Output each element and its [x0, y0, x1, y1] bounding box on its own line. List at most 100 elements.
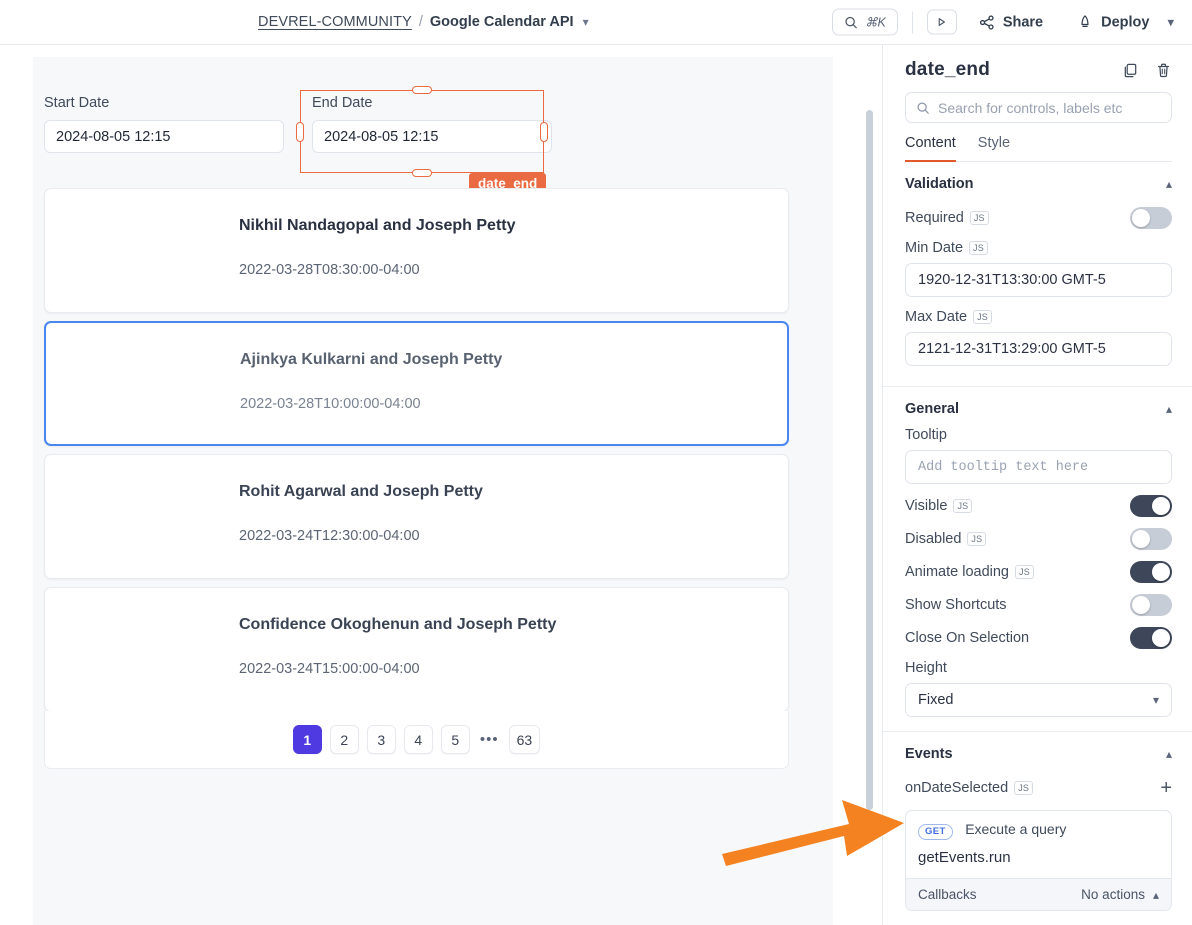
toolbar-divider — [911, 11, 913, 33]
required-label: Required JS — [905, 210, 989, 226]
js-badge[interactable]: JS — [969, 210, 989, 226]
event-callbacks-row[interactable]: Callbacks No actions ▴ — [906, 878, 1171, 910]
js-badge[interactable]: JS — [969, 240, 988, 256]
share-icon — [979, 14, 994, 30]
close-on-selection-label: Close On Selection — [905, 630, 1030, 646]
visible-toggle[interactable] — [1130, 495, 1172, 517]
panel-search-box[interactable] — [905, 92, 1172, 123]
pagination-page-3[interactable]: 3 — [366, 725, 396, 754]
section-events-title: Events — [905, 746, 953, 762]
chevron-up-icon[interactable]: ▴ — [1153, 888, 1159, 902]
breadcrumb-app-name[interactable]: Google Calendar API — [430, 14, 574, 30]
resize-handle-bottom[interactable] — [412, 169, 432, 177]
visible-label-text: Visible — [905, 498, 948, 514]
list-item-title: Confidence Okoghenun and Joseph Petty — [239, 616, 557, 633]
pagination-page-4[interactable]: 4 — [403, 725, 433, 754]
start-date-widget[interactable]: Start Date 2024-08-05 12:15 — [44, 95, 284, 153]
disabled-toggle[interactable] — [1130, 528, 1172, 550]
resize-handle-top[interactable] — [412, 86, 432, 94]
breadcrumb-separator: / — [418, 14, 423, 30]
tab-style[interactable]: Style — [978, 135, 1010, 162]
required-toggle[interactable] — [1130, 207, 1172, 229]
list-item[interactable]: Confidence Okoghenun and Joseph Petty 20… — [44, 587, 789, 712]
section-events-header[interactable]: Events ▴ — [905, 746, 1172, 762]
height-select-value: Fixed — [918, 692, 954, 708]
animate-loading-label: Animate loading JS — [905, 564, 1034, 580]
tooltip-input[interactable] — [905, 450, 1172, 484]
field-close-on-selection: Close On Selection — [905, 622, 1172, 654]
breadcrumb: DEVREL-COMMUNITY / Google Calendar API ▾ — [258, 14, 589, 30]
page-title: date_end — [905, 59, 991, 80]
chevron-up-icon[interactable]: ▴ — [1166, 747, 1172, 761]
list-item[interactable]: Ajinkya Kulkarni and Joseph Petty 2022-0… — [44, 321, 789, 446]
end-date-widget[interactable]: End Date 2024-08-05 12:15 — [312, 95, 552, 153]
plus-icon[interactable]: + — [1160, 778, 1172, 798]
play-icon — [938, 18, 946, 26]
js-badge[interactable]: JS — [953, 498, 973, 514]
event-action-card[interactable]: GET Execute a query getEvents.run Callba… — [905, 810, 1172, 911]
on-date-selected-label-text: onDateSelected — [905, 780, 1009, 796]
trash-icon[interactable] — [1155, 62, 1172, 79]
animate-loading-toggle[interactable] — [1130, 561, 1172, 583]
pagination-page-2[interactable]: 2 — [329, 725, 359, 754]
min-date-input[interactable] — [905, 263, 1172, 297]
share-button[interactable]: Share — [967, 14, 1055, 30]
section-general-title: General — [905, 401, 959, 417]
start-date-label: Start Date — [44, 95, 110, 111]
end-date-input[interactable]: 2024-08-05 12:15 — [312, 120, 552, 153]
start-date-input[interactable]: 2024-08-05 12:15 — [44, 120, 284, 153]
top-bar: DEVREL-COMMUNITY / Google Calendar API ▾… — [0, 0, 1192, 45]
panel-search-input[interactable] — [938, 99, 1161, 116]
max-date-input[interactable] — [905, 332, 1172, 366]
field-on-date-selected: onDateSelected JS + — [905, 772, 1172, 804]
deploy-chevron-down-icon[interactable]: ▾ — [1161, 14, 1182, 30]
chevron-up-icon[interactable]: ▴ — [1166, 177, 1172, 191]
resize-handle-left[interactable] — [296, 121, 304, 142]
panel-tabs: Content Style — [905, 135, 1172, 162]
field-animate-loading: Animate loading JS — [905, 556, 1172, 588]
disabled-label: Disabled JS — [905, 531, 987, 547]
list-item-title: Ajinkya Kulkarni and Joseph Petty — [240, 351, 503, 368]
event-action-label: Execute a query — [965, 821, 1067, 837]
deploy-button[interactable]: Deploy — [1065, 14, 1161, 30]
min-date-label: Min Date JS — [905, 240, 1172, 256]
field-visible: Visible JS — [905, 490, 1172, 522]
pagination-page-5[interactable]: 5 — [440, 725, 470, 754]
app-canvas-area: Start Date 2024-08-05 12:15 End Date 202… — [0, 45, 881, 925]
canvas-scrollbar[interactable] — [866, 110, 873, 810]
app-canvas: Start Date 2024-08-05 12:15 End Date 202… — [33, 57, 833, 925]
show-shortcuts-toggle[interactable] — [1130, 594, 1172, 616]
pagination-last-page[interactable]: 63 — [508, 725, 541, 754]
preview-play-button[interactable] — [926, 9, 957, 35]
js-badge[interactable]: JS — [1014, 780, 1034, 796]
list-item-subtitle: 2022-03-24T12:30:00-04:00 — [239, 528, 420, 544]
search-icon — [917, 101, 929, 114]
pagination-ellipsis: ••• — [479, 731, 499, 748]
list-item-title: Rohit Agarwal and Joseph Petty — [239, 483, 483, 500]
breadcrumb-org[interactable]: DEVREL-COMMUNITY — [258, 14, 412, 30]
deploy-label: Deploy — [1101, 14, 1150, 30]
event-query-name: getEvents.run — [918, 849, 1011, 866]
list-item-title: Nikhil Nandagopal and Joseph Petty — [239, 217, 516, 234]
chevron-down-icon: ▾ — [1152, 693, 1159, 707]
copy-icon[interactable] — [1122, 62, 1139, 79]
section-general-header[interactable]: General ▴ — [905, 401, 1172, 417]
list-item[interactable]: Nikhil Nandagopal and Joseph Petty 2022-… — [44, 188, 789, 313]
search-button[interactable]: ⌘K — [831, 8, 898, 36]
chevron-down-icon[interactable]: ▾ — [583, 15, 589, 29]
js-badge[interactable]: JS — [1015, 564, 1034, 580]
rocket-icon — [1081, 14, 1089, 27]
field-disabled: Disabled JS — [905, 523, 1172, 555]
chevron-up-icon[interactable]: ▴ — [1166, 402, 1172, 416]
field-required: Required JS — [905, 202, 1172, 234]
list-item[interactable]: Rohit Agarwal and Joseph Petty 2022-03-2… — [44, 454, 789, 579]
pagination-page-1[interactable]: 1 — [292, 725, 322, 754]
tab-content[interactable]: Content — [905, 135, 956, 162]
height-select[interactable]: Fixed ▾ — [905, 683, 1172, 717]
section-validation-header[interactable]: Validation ▴ — [905, 176, 1172, 192]
js-badge[interactable]: JS — [967, 531, 987, 547]
close-on-selection-toggle[interactable] — [1130, 627, 1172, 649]
list-item-subtitle: 2022-03-28T10:00:00-04:00 — [240, 396, 421, 412]
js-badge[interactable]: JS — [973, 309, 992, 325]
field-show-shortcuts: Show Shortcuts — [905, 589, 1172, 621]
